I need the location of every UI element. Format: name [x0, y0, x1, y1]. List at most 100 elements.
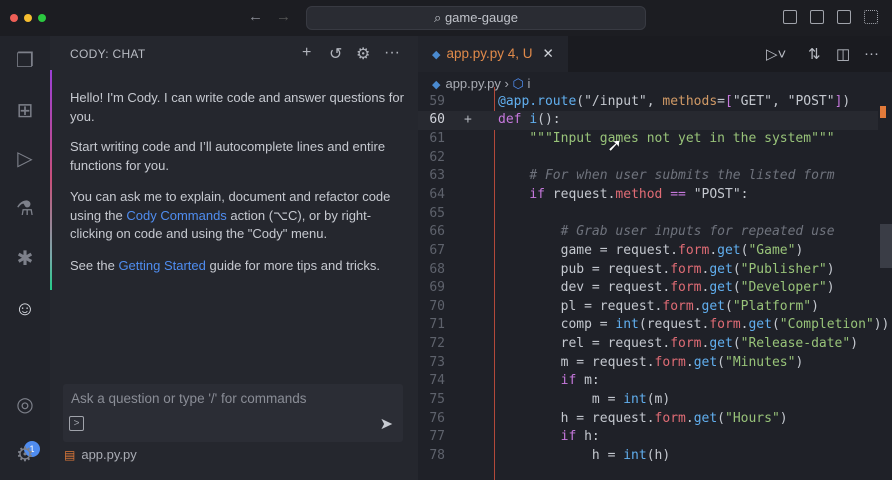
code-token: form [709, 317, 741, 333]
code-token: "Hours" [725, 410, 780, 426]
code-token: ) [826, 280, 835, 296]
history-icon[interactable]: ↺ [329, 44, 342, 64]
run-icon[interactable]: ▷˅ [766, 45, 786, 63]
chat-accent-bar [50, 70, 52, 290]
code-token: ( [771, 317, 780, 333]
code-line[interactable]: 72 rel = request.form.get("Release-date"… [418, 335, 878, 354]
chat-input[interactable]: Ask a question or type '/' for commands … [63, 384, 403, 442]
code-token: "Publisher" [740, 261, 827, 277]
testing-icon[interactable]: ⚗ [12, 196, 38, 222]
code-line[interactable]: 70 pl = request.form.get("Platform") [418, 298, 878, 317]
extensions-icon[interactable]: ⊞ [12, 98, 38, 124]
account-icon[interactable]: ◎ [12, 392, 38, 418]
code-text: comp = int(request.form.get("Completion"… [498, 316, 890, 335]
code-area[interactable]: 5859@app.route("/input", methods=["GET",… [418, 87, 892, 480]
code-text: if request.method == "POST": [498, 186, 749, 205]
line-number: 68 [429, 261, 445, 277]
code-line[interactable]: 60 + def i(): [418, 111, 878, 130]
run-debug-icon[interactable]: ▷ [12, 146, 38, 172]
code-token: form [670, 261, 702, 277]
new-chat-icon[interactable]: + [302, 44, 311, 62]
panel-title: CODY: CHAT [70, 47, 146, 61]
split-editor-icon[interactable]: ◫ [836, 45, 850, 63]
code-token: m = [498, 392, 624, 408]
code-line[interactable]: 75 m = int(m) [418, 391, 878, 410]
cody-commands-link[interactable]: Cody Commands [126, 208, 226, 223]
code-token: . [685, 410, 694, 426]
code-line[interactable]: 61 """Input games not yet in the system"… [418, 130, 878, 149]
code-token: "Platform" [732, 298, 812, 314]
more-actions-icon[interactable]: ··· [384, 44, 400, 62]
code-token: h = request. [498, 410, 655, 426]
code-line[interactable]: 78 h = int(h) [418, 447, 878, 466]
gear-icon[interactable]: ⚙ [356, 44, 370, 64]
code-token: int [623, 392, 647, 408]
code-token: get [701, 298, 725, 314]
python-icon: ◆ [432, 49, 441, 61]
customize-layout-icon[interactable] [864, 10, 878, 24]
code-line[interactable]: 65 [418, 205, 878, 224]
code-token: "Completion" [779, 317, 874, 333]
code-token: . [709, 242, 718, 258]
code-token: int [623, 448, 647, 463]
code-text: h = int(h) [498, 447, 670, 466]
code-token: if [560, 429, 585, 445]
explorer-icon[interactable]: ❐ [12, 48, 38, 74]
code-line[interactable]: 77 if h: [418, 428, 878, 447]
code-token: h: [584, 429, 600, 445]
code-token: "POST": [685, 186, 749, 202]
code-token: h = [498, 448, 624, 463]
toggle-secondary-sidebar-icon[interactable] [837, 10, 851, 24]
tab-app-py[interactable]: ◆ app.py.py 4, U ✕ [418, 36, 568, 72]
compare-changes-icon[interactable]: ⇅ [808, 45, 821, 63]
code-token: get [693, 410, 718, 426]
more-actions-icon[interactable]: ··· [864, 45, 879, 62]
code-line[interactable]: 76 h = request.form.get("Hours") [418, 410, 878, 429]
cody-chat-panel: CODY: CHAT + ↺ ⚙ ··· Hello! I'm Cody. I … [50, 36, 418, 480]
line-number: 78 [429, 448, 445, 463]
arrow-right-icon[interactable]: → [276, 8, 291, 25]
code-line[interactable]: 69 dev = request.form.get("Developer") [418, 279, 878, 298]
code-token: ) [795, 354, 804, 370]
code-line[interactable]: 63 # For when user submits the listed fo… [418, 167, 878, 186]
code-token: route [537, 93, 577, 109]
send-icon[interactable]: ➤ [380, 414, 393, 434]
arrow-left-icon[interactable]: ← [248, 8, 263, 25]
code-line[interactable]: 59 @app.route("/input", methods=["GET", "… [418, 93, 878, 112]
code-line[interactable]: 71 comp = int(request.form.get("Completi… [418, 316, 889, 335]
code-line[interactable]: 68 pub = request.form.get("Publisher") [418, 261, 878, 280]
maximize-window-button[interactable] [38, 14, 46, 22]
settings-gear-icon[interactable]: ⚙ [12, 442, 38, 468]
code-text: game = request.form.get("Game") [498, 242, 804, 261]
code-line[interactable]: 74 if m: [418, 372, 878, 391]
code-token: ( [732, 336, 741, 352]
add-comment-icon[interactable]: + [464, 111, 472, 130]
sourcegraph-icon[interactable]: ✱ [12, 246, 38, 272]
getting-started-link[interactable]: Getting Started [118, 258, 205, 273]
code-text: pub = request.form.get("Publisher") [498, 261, 835, 280]
command-center-search[interactable]: ⌕ game-gauge [306, 6, 646, 30]
close-window-button[interactable] [10, 14, 18, 22]
code-line[interactable]: 73 m = request.form.get("Minutes") [418, 354, 878, 373]
minimize-window-button[interactable] [24, 14, 32, 22]
close-tab-icon[interactable]: ✕ [543, 46, 554, 61]
context-file[interactable]: ▤ app.py.py [64, 447, 137, 462]
activity-bar: ❐ ⊞ ▷ ⚗ ✱ ☺ ◎ 1 ⚙ [0, 36, 50, 480]
commands-icon[interactable]: > [69, 416, 84, 431]
toggle-panel-icon[interactable] [810, 10, 824, 24]
tab-bar: ◆ app.py.py 4, U ✕ ▷˅ ⇅ ◫ ··· [418, 36, 892, 72]
code-text: m = request.form.get("Minutes") [498, 354, 804, 373]
line-number: 60 [429, 112, 445, 128]
code-text: h = request.form.get("Hours") [498, 410, 788, 429]
code-line[interactable]: 66 # Grab user inputs for repeated use [418, 223, 878, 242]
line-number: 65 [429, 205, 445, 221]
cody-icon[interactable]: ☺ [12, 296, 38, 322]
scrollbar[interactable] [880, 224, 892, 268]
code-line[interactable]: 62 [418, 149, 878, 168]
chat-message: Start writing code and I’ll autocomplete… [70, 139, 386, 173]
toggle-primary-sidebar-icon[interactable] [783, 10, 797, 24]
code-token: "Release-date" [740, 336, 851, 352]
code-line[interactable]: 64 if request.method == "POST": [418, 186, 878, 205]
code-text: m = int(m) [498, 391, 670, 410]
code-line[interactable]: 67 game = request.form.get("Game") [418, 242, 878, 261]
